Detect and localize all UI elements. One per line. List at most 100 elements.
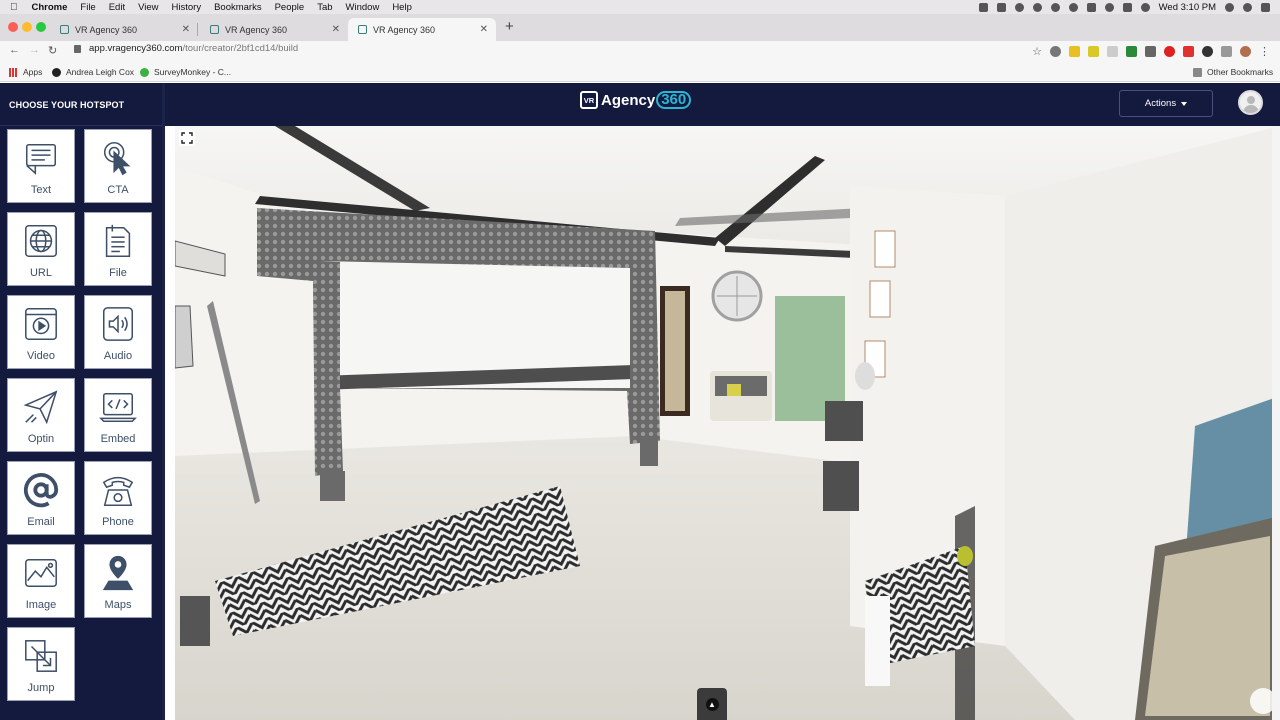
- hotspot-maps[interactable]: Maps: [84, 544, 152, 618]
- browser-tab[interactable]: VR Agency 360 ✕: [50, 18, 198, 41]
- bookmark-label: Other Bookmarks: [1207, 67, 1274, 77]
- menu-help[interactable]: Help: [392, 2, 412, 13]
- notification-center-icon[interactable]: [1261, 2, 1270, 12]
- arrow-up-icon: ▲: [705, 697, 719, 711]
- spotlight-icon[interactable]: [1225, 2, 1234, 12]
- extension-icon[interactable]: [1088, 46, 1099, 57]
- extension-icon[interactable]: [1164, 46, 1175, 57]
- bookmark-star-icon[interactable]: ☆: [1032, 45, 1042, 58]
- status-app-icon[interactable]: [1050, 2, 1060, 12]
- status-app-icon[interactable]: [1032, 2, 1042, 12]
- tab-close-icon[interactable]: ✕: [332, 24, 340, 35]
- extension-icon[interactable]: [1050, 46, 1061, 57]
- vr-agency-logo[interactable]: VR Agency 360: [580, 91, 692, 109]
- panorama-scene-image: [175, 126, 1280, 720]
- extension-icon[interactable]: [1126, 46, 1137, 57]
- browser-tab[interactable]: VR Agency 360 ✕: [200, 18, 348, 41]
- reload-icon[interactable]: ↻: [48, 44, 57, 57]
- hotspot-text[interactable]: Text: [7, 129, 75, 203]
- browser-tab-active[interactable]: VR Agency 360 ✕: [348, 18, 496, 41]
- tab-close-icon[interactable]: ✕: [480, 24, 488, 35]
- extension-icon[interactable]: [1221, 46, 1232, 57]
- menu-people[interactable]: People: [275, 2, 305, 13]
- hotspot-sidebar: CHOOSE YOUR HOTSPOT Text CTA URL File Vi…: [0, 83, 165, 720]
- bookmark-label: Apps: [23, 67, 43, 77]
- new-tab-button[interactable]: +: [505, 18, 514, 35]
- menu-bookmarks[interactable]: Bookmarks: [214, 2, 262, 13]
- tab-title: VR Agency 360: [75, 24, 138, 35]
- caret-down-icon: [1181, 101, 1188, 106]
- clock[interactable]: Wed 3:10 PM: [1159, 2, 1216, 13]
- hotspot-cta[interactable]: CTA: [84, 129, 152, 203]
- volume-icon[interactable]: [1140, 2, 1150, 12]
- hotspot-optin[interactable]: Optin: [7, 378, 75, 452]
- hotspot-url[interactable]: URL: [7, 212, 75, 286]
- hotspot-file[interactable]: File: [84, 212, 152, 286]
- bookmarks-bar: Apps Andrea Leigh Cox SurveyMonkey - C..…: [0, 62, 1280, 82]
- maximize-window-button[interactable]: [36, 22, 46, 32]
- at-sign-icon: [21, 470, 61, 510]
- extension-icon[interactable]: [1145, 46, 1156, 57]
- bookmark-apps[interactable]: Apps: [9, 67, 42, 77]
- actions-dropdown-button[interactable]: Actions: [1119, 90, 1213, 117]
- page-scrollbar[interactable]: [1272, 126, 1280, 720]
- audio-icon: [98, 304, 138, 344]
- profile-icon[interactable]: [1240, 46, 1251, 57]
- url-field[interactable]: app.vragency360.com/tour/creator/2bf1cd1…: [74, 43, 298, 54]
- status-app-icon[interactable]: [1014, 2, 1024, 12]
- apple-icon[interactable]: : [10, 2, 18, 13]
- hotspot-image[interactable]: Image: [7, 544, 75, 618]
- paper-plane-icon: [21, 387, 61, 427]
- logo-number: 360: [656, 91, 692, 109]
- scene-navigation-button[interactable]: ▲: [697, 688, 727, 720]
- back-arrow-icon[interactable]: ←: [9, 44, 20, 56]
- hotspot-jump[interactable]: Jump: [7, 627, 75, 701]
- hotspot-phone[interactable]: Phone: [84, 461, 152, 535]
- menu-view[interactable]: View: [138, 2, 158, 13]
- fullscreen-button[interactable]: [179, 130, 195, 146]
- hotspot-label: Phone: [102, 516, 134, 528]
- close-window-button[interactable]: [8, 22, 18, 32]
- time-machine-icon[interactable]: [1068, 2, 1078, 12]
- wifi-icon[interactable]: [1104, 2, 1114, 12]
- status-app-icon[interactable]: [978, 2, 988, 12]
- forward-arrow-icon[interactable]: →: [29, 44, 40, 56]
- extension-icon[interactable]: [1069, 46, 1080, 57]
- menu-history[interactable]: History: [172, 2, 202, 13]
- extension-icon[interactable]: [1107, 46, 1118, 57]
- extension-icon[interactable]: [1183, 46, 1194, 57]
- hotspot-embed[interactable]: Embed: [84, 378, 152, 452]
- text-icon: [21, 138, 61, 178]
- bookmark-item[interactable]: Andrea Leigh Cox: [52, 67, 134, 77]
- menu-file[interactable]: File: [80, 2, 95, 13]
- extension-icon[interactable]: [1202, 46, 1213, 57]
- bluetooth-icon[interactable]: [1086, 2, 1096, 12]
- tab-close-icon[interactable]: ✕: [182, 24, 190, 35]
- image-icon: [21, 553, 61, 593]
- menu-tab[interactable]: Tab: [317, 2, 332, 13]
- actions-label: Actions: [1144, 98, 1177, 109]
- menu-window[interactable]: Window: [346, 2, 380, 13]
- os-menubar:  Chrome File Edit View History Bookmark…: [0, 0, 1280, 14]
- surveymonkey-icon: [140, 67, 149, 77]
- panorama-viewer[interactable]: ▲: [175, 126, 1280, 720]
- menu-edit[interactable]: Edit: [109, 2, 125, 13]
- jump-icon: [21, 636, 61, 676]
- bookmark-item[interactable]: SurveyMonkey - C...: [140, 67, 231, 77]
- more-menu-icon[interactable]: ⋮: [1259, 45, 1270, 58]
- user-icon[interactable]: [1243, 2, 1252, 12]
- other-bookmarks[interactable]: Other Bookmarks: [1193, 67, 1273, 77]
- avatar[interactable]: [1238, 90, 1263, 115]
- minimize-window-button[interactable]: [22, 22, 32, 32]
- airplay-icon[interactable]: [1122, 2, 1132, 12]
- status-app-icon[interactable]: [996, 2, 1006, 12]
- hotspot-email[interactable]: Email: [7, 461, 75, 535]
- menu-app-name[interactable]: Chrome: [32, 2, 68, 13]
- extensions-row: ☆ ⋮: [1032, 45, 1270, 58]
- app-header: VR Agency 360 Actions: [165, 83, 1280, 126]
- hotspot-video[interactable]: Video: [7, 295, 75, 369]
- folder-icon: [1193, 67, 1202, 77]
- map-pin-icon: [98, 553, 138, 593]
- hotspot-audio[interactable]: Audio: [84, 295, 152, 369]
- hotspot-label: Video: [27, 350, 55, 362]
